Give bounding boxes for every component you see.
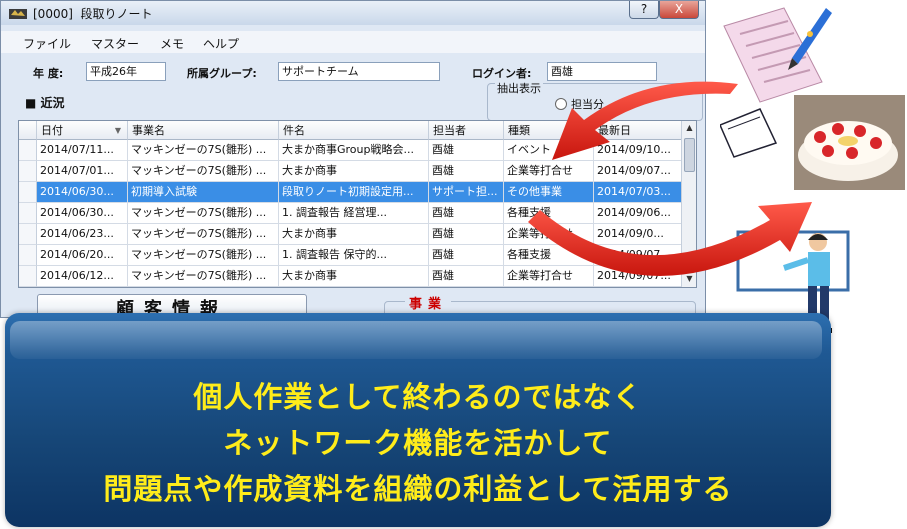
banner-line-1: 個人作業として終わるのではなく (193, 380, 643, 414)
cell-subject: 大まか商事 (279, 161, 429, 182)
banner-line-3: 問題点や作成資料を組織の利益として活用する (103, 472, 733, 506)
cell-project: マッキンゼーの7S(雛形) ... (128, 224, 279, 245)
recent-section-title: ■ 近況 (25, 96, 65, 110)
cell-subject: 大まか商事Group戦略会... (279, 140, 429, 161)
row-selector[interactable] (19, 245, 37, 266)
cell-date: 2014/06/20... (37, 245, 128, 266)
menu-memo[interactable]: メモ (160, 35, 184, 52)
banner-highlight (10, 321, 822, 359)
cell-owner: 酉雄 (429, 161, 504, 182)
curved-arrow-icon (528, 81, 812, 276)
column-header-date[interactable]: 日付 ▼ (37, 121, 128, 140)
cell-owner: サポート担... (429, 182, 504, 203)
window-title: [0000] 段取りノート (33, 7, 153, 21)
menu-file[interactable]: ファイル (23, 35, 71, 52)
cell-owner: 酉雄 (429, 245, 504, 266)
row-selector[interactable] (19, 224, 37, 245)
column-header-date-label: 日付 (41, 124, 63, 137)
project-group-title: 事業 (405, 293, 452, 312)
cell-subject: 大まか商事 (279, 224, 429, 245)
help-button[interactable]: ? (629, 1, 659, 19)
cell-owner: 酉雄 (429, 203, 504, 224)
cell-subject: 1. 調査報告 経営理... (279, 203, 429, 224)
login-field[interactable]: 酉雄 (547, 62, 657, 81)
row-header-corner (19, 121, 37, 140)
login-label: ログイン者: (472, 67, 532, 80)
cell-date: 2014/06/12... (37, 266, 128, 287)
row-selector[interactable] (19, 161, 37, 182)
close-button[interactable]: X (659, 1, 699, 19)
cell-subject: 1. 調査報告 保守的... (279, 245, 429, 266)
cell-project: マッキンゼーの7S(雛形) ... (128, 203, 279, 224)
column-header-subject[interactable]: 件名 (279, 121, 429, 140)
cell-project: 初期導入試験 (128, 182, 279, 203)
year-label: 年 度: (33, 67, 64, 80)
cell-owner: 酉雄 (429, 266, 504, 287)
app-icon (9, 9, 27, 19)
banner-line-2: ネットワーク機能を活かして (223, 426, 613, 460)
row-selector[interactable] (19, 140, 37, 161)
year-field[interactable]: 平成26年 (86, 62, 166, 81)
column-header-project[interactable]: 事業名 (128, 121, 279, 140)
cell-owner: 酉雄 (429, 140, 504, 161)
row-selector[interactable] (19, 203, 37, 224)
group-label: 所属グループ: (187, 67, 257, 80)
cell-project: マッキンゼーの7S(雛形) ... (128, 245, 279, 266)
cell-project: マッキンゼーの7S(雛形) ... (128, 266, 279, 287)
row-selector[interactable] (19, 266, 37, 287)
cell-date: 2014/07/01... (37, 161, 128, 182)
cell-subject: 段取りノート初期設定用... (279, 182, 429, 203)
cell-date: 2014/06/30... (37, 203, 128, 224)
menu-help[interactable]: ヘルプ (203, 35, 239, 52)
sort-down-icon: ▼ (114, 126, 121, 135)
cell-date: 2014/06/23... (37, 224, 128, 245)
cell-owner: 酉雄 (429, 224, 504, 245)
menu-bar: ファイル マスター メモ ヘルプ (1, 31, 705, 53)
cell-subject: 大まか商事 (279, 266, 429, 287)
cell-date: 2014/06/30... (37, 182, 128, 203)
cell-date: 2014/07/11... (37, 140, 128, 161)
row-selector[interactable] (19, 182, 37, 203)
group-field[interactable]: サポートチーム (278, 62, 440, 81)
menu-master[interactable]: マスター (91, 35, 139, 52)
title-bar: [0000] 段取りノート ? X (1, 1, 705, 25)
cell-project: マッキンゼーの7S(雛形) ... (128, 140, 279, 161)
cell-project: マッキンゼーの7S(雛形) ... (128, 161, 279, 182)
column-header-owner[interactable]: 担当者 (429, 121, 504, 140)
